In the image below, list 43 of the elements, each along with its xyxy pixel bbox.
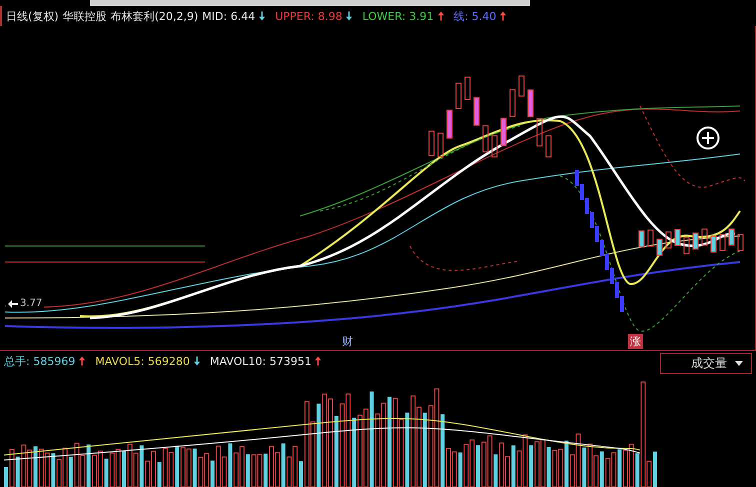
caret-icon xyxy=(735,361,743,366)
indicator-reading: 线: 5.40 xyxy=(454,8,496,24)
left-arrow-icon xyxy=(8,300,18,308)
indicator-reading: LOWER: 3.91 xyxy=(362,10,434,22)
event-marker[interactable]: 涨 xyxy=(628,334,643,349)
indicator-name: 布林套利(20,2,9) xyxy=(110,8,198,24)
candlestick xyxy=(674,229,680,246)
candlestick xyxy=(438,132,444,158)
candlestick xyxy=(692,232,698,250)
candlestick xyxy=(500,118,506,146)
candlestick xyxy=(518,76,524,97)
candlestick xyxy=(474,97,480,126)
candlestick xyxy=(666,231,672,248)
candlestick xyxy=(684,237,690,254)
candlestick xyxy=(638,230,644,248)
candlestick xyxy=(656,238,662,256)
candlestick xyxy=(510,89,516,117)
candlestick xyxy=(728,228,734,246)
candlestick xyxy=(738,234,744,252)
indicator-reading: UPPER: 8.98 xyxy=(275,10,342,22)
candlestick xyxy=(702,228,708,246)
volume-reading: 总手: 585969 xyxy=(4,354,76,368)
indicator-reading: MID: 6.44 xyxy=(202,10,256,22)
stock-name: 华联控股 xyxy=(62,8,107,24)
event-marker[interactable]: 财 xyxy=(340,334,355,349)
candlestick xyxy=(428,130,434,156)
period-label: 日线(复权) xyxy=(6,8,59,24)
candlestick xyxy=(648,230,654,247)
volume-reading: MAVOL5: 569280 xyxy=(95,354,190,368)
indicator-dropdown[interactable]: 成交量 xyxy=(660,353,752,374)
candlestick xyxy=(710,236,716,253)
candlestick xyxy=(528,89,534,118)
candlestick xyxy=(536,118,542,146)
candlestick xyxy=(720,234,726,251)
candlestick xyxy=(482,125,488,152)
candlestick xyxy=(492,135,498,158)
candlestick xyxy=(464,76,470,100)
volume-reading: MAVOL10: 573951 xyxy=(210,354,312,368)
candlestick xyxy=(456,82,462,110)
low-price-label: 3.77 xyxy=(20,298,42,309)
crosshair-icon[interactable] xyxy=(696,126,720,150)
candlestick xyxy=(446,110,452,139)
candlestick xyxy=(546,135,552,158)
